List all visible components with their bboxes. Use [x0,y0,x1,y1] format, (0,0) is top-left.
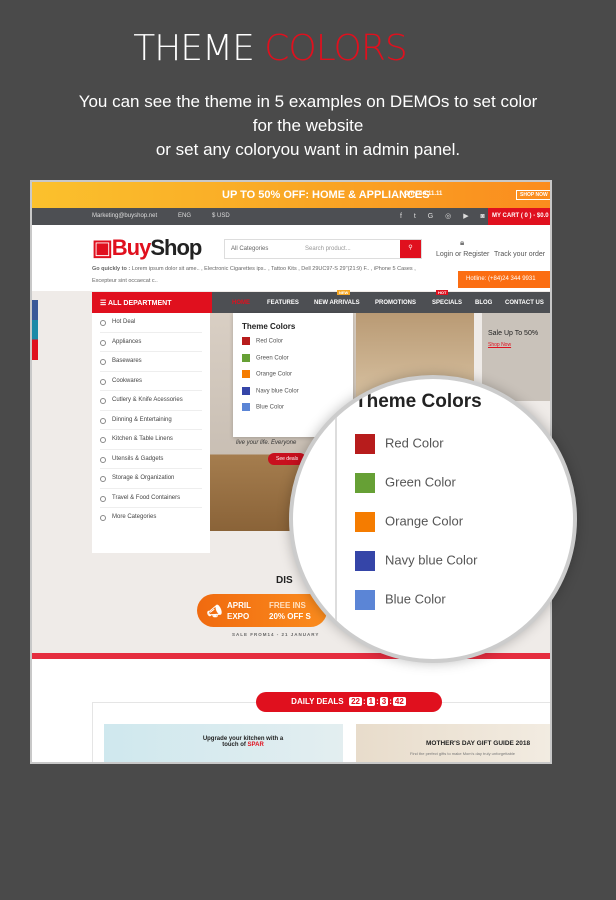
search-icon[interactable]: ⚲ [400,240,421,258]
color-option-navy[interactable]: Navy blue Color [355,551,478,571]
main-nav: HOME FEATURES NEW ARRIVALS PROMOTIONS SP… [212,290,550,313]
kitchen-banner-text: Upgrade your kitchen with a touch of SPA… [202,736,284,748]
shop-now-button[interactable]: SHOP NOW [516,190,550,200]
color-option[interactable]: Orange Color [242,370,353,378]
category-item[interactable]: Travel & Food Containers [100,489,202,508]
swatch [355,512,375,532]
magnified-title: Theme Colors [355,391,482,412]
mothers-day-sub: Find the perfect gifts to make Mom's day… [410,751,516,756]
login-link[interactable]: Login or Register [436,251,489,258]
sale-text: Sale Up To 50% [488,330,539,337]
promo-banner[interactable]: UP TO 50% OFF: HOME & APPLIANCES Only on… [32,182,550,208]
title-highlight: COLORS [264,28,407,69]
category-item[interactable]: Storage & Organization [100,469,202,489]
category-item[interactable]: Dinning & Entertaining [100,411,202,430]
mothers-day-title: MOTHER'S DAY GIFT GUIDE 2018 [426,740,531,747]
category-item[interactable]: Hot Deal [100,313,202,333]
side-tabs[interactable] [32,300,38,360]
swatch [355,590,375,610]
logo[interactable]: ▣BuyShop [92,235,202,261]
color-option-orange[interactable]: Orange Color [355,512,463,532]
quick-link[interactable]: Excepteur sint occaecat c.. [92,278,158,284]
hero-tagline: live your life. Everyone [236,440,297,446]
color-option-blue[interactable]: Blue Color [355,590,446,610]
track-order-link[interactable]: Track your order [494,251,545,258]
category-item[interactable]: Basewares [100,352,202,372]
search-bar: All Categories Search product... ⚲ [224,239,422,259]
daily-deals-badge[interactable]: DAILY DEALS 22:1:3:42 [256,692,442,712]
hot-badge: HOT [436,290,449,295]
promo-text: UP TO 50% OFF: HOME & APPLIANCES [222,189,430,201]
divider [335,379,337,659]
subtitle-line: for the website [252,116,364,135]
all-department-button[interactable]: ☰ ALL DEPARTMENT [92,292,212,313]
nav-features[interactable]: FEATURES [267,300,299,306]
color-option[interactable]: Green Color [242,353,353,362]
quick-label: Go quickly to : [92,266,131,272]
subtitle: You can see the theme in 5 examples on D… [30,90,586,162]
title-part: THEME [133,28,265,69]
nav-contact[interactable]: CONTACT US [505,300,544,306]
timer-minutes: 3 [379,697,389,706]
timer-hours: 1 [366,697,376,706]
quick-links[interactable]: Lorem ipsum dolor sit ame.. , Electronic… [132,266,416,272]
category-item[interactable]: Cutlery & Knife Acessories [100,391,202,411]
sale-date: SALE FROM14 - 21 JANUARY [232,632,320,637]
timer-seconds: 42 [392,697,406,706]
category-sidebar: Hot Deal Appliances Basewares Cookwares … [92,313,210,553]
kitchen-banner[interactable]: Upgrade your kitchen with a touch of SPA… [104,724,343,762]
nav-promotions[interactable]: PROMOTIONS [375,300,416,306]
discount-heading: DIS [276,575,293,586]
subtitle-line: You can see the theme in 5 examples on D… [78,92,538,111]
swatch [355,473,375,493]
category-item[interactable]: Appliances [100,333,202,352]
color-option[interactable]: Red Color [242,337,353,345]
currency-select[interactable]: $ USD [212,213,230,219]
promo-note: Only on 11.11 [404,191,443,197]
hotline-button[interactable]: Hotline: (+84)24 344 9931 [458,271,550,288]
category-item[interactable]: Kitchen & Table Linens [100,430,202,450]
lock-icon: 🔒︎ [460,238,465,247]
email-link[interactable]: Marketing@buyshop.net [92,213,157,219]
header: ▣BuyShop All Categories Search product..… [32,225,550,291]
cart-button[interactable]: MY CART ( 0 ) - $0.0 [488,208,550,225]
nav-new-arrivals[interactable]: NEW ARRIVALS [314,300,360,306]
search-input[interactable]: Search product... [305,246,351,252]
page-title: THEME COLORS [0,28,540,69]
nav-home[interactable]: HOME [232,300,250,306]
theme-colors-magnifier: Theme Colors Red Color Green Color Orang… [289,375,577,663]
subtitle-line: or set any coloryou want in admin panel. [155,140,461,159]
social-icons[interactable]: f t G ◎ ▶ ◙ [400,212,490,220]
category-select[interactable]: All Categories [231,246,268,252]
language-select[interactable]: ENG [178,213,191,219]
new-badge: NEW [337,290,351,295]
swatch [355,434,375,454]
category-item[interactable]: Cookwares [100,372,202,391]
dropdown-title: Theme Colors [242,322,296,331]
more-categories[interactable]: More Categories [100,508,202,528]
shop-now-link[interactable]: Shop Now [488,342,511,348]
mothers-day-banner[interactable]: MOTHER'S DAY GIFT GUIDE 2018 Find the pe… [356,724,550,762]
swatch [355,551,375,571]
category-item[interactable]: Utensils & Gadgets [100,450,202,469]
top-bar: Marketing@buyshop.net ENG $ USD f t G ◎ … [32,208,550,225]
megaphone-icon: 📣︎ [207,604,223,618]
expo-banner[interactable]: 📣︎ APRIL EXPO FREE INS 20% OFF S [197,594,327,627]
nav-specials[interactable]: SPECIALS [432,300,462,306]
color-option-red[interactable]: Red Color [355,434,444,454]
color-option-green[interactable]: Green Color [355,473,456,493]
nav-blog[interactable]: BLOG [475,300,492,306]
timer-days: 22 [349,697,362,706]
